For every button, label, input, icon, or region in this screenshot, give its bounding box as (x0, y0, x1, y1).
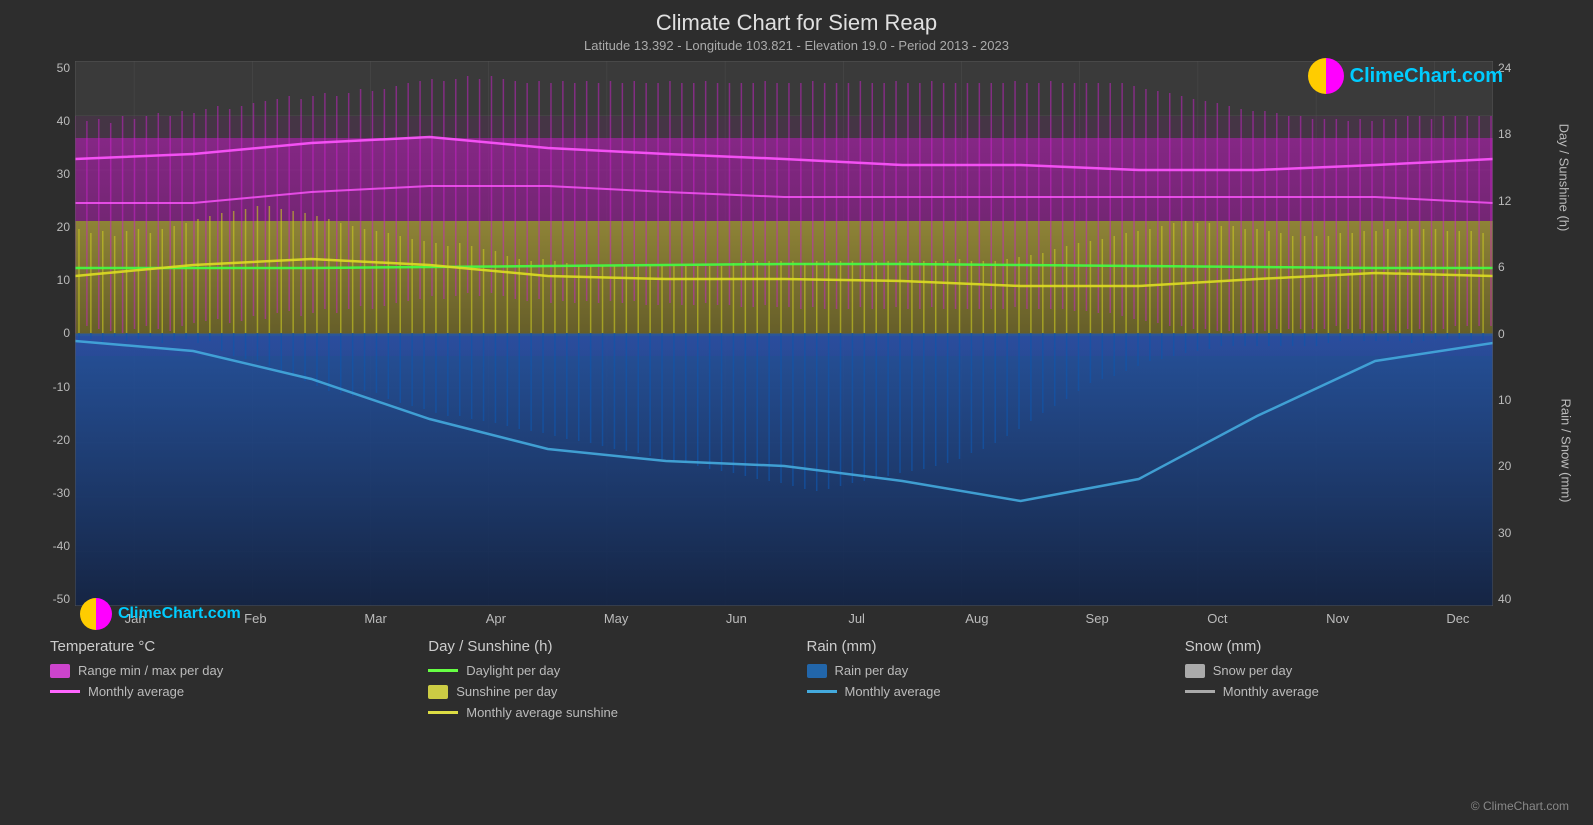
legend-item-rain-avg: Monthly average (807, 684, 1165, 699)
main-container: Climate Chart for Siem Reap Latitude 13.… (0, 0, 1593, 825)
chart-title: Climate Chart for Siem Reap (20, 10, 1573, 36)
legend-item-sunshine-avg: Monthly average sunshine (428, 705, 786, 720)
legend-col-sunshine: Day / Sunshine (h) Daylight per day Suns… (418, 638, 796, 726)
legend-swatch-rain (807, 664, 827, 678)
month-dec: Dec (1398, 611, 1518, 626)
month-jun: Jun (676, 611, 796, 626)
y-axis-right: Day / Sunshine (h) Rain / Snow (mm) 24 1… (1493, 61, 1573, 606)
legend-line-snow-avg (1185, 690, 1215, 693)
y-axis-right-bottom-title: Rain / Snow (mm) (1558, 398, 1573, 502)
y-right-label-40: 40 (1498, 592, 1511, 606)
legend-title-rain: Rain (mm) (807, 638, 1165, 655)
logo-circle-bottom (80, 598, 112, 630)
legend-item-temp-avg: Monthly average (50, 684, 408, 699)
legend-title-sunshine: Day / Sunshine (h) (428, 638, 786, 655)
climechart-logo-bottom: ClimeChart.com (80, 598, 241, 630)
y-label-10: 10 (57, 273, 70, 287)
legend-item-snow-avg: Monthly average (1185, 684, 1543, 699)
legend-label-snow-avg: Monthly average (1223, 684, 1319, 699)
y-right-label-12: 12 (1498, 194, 1511, 208)
legend-swatch-temp-range (50, 664, 70, 678)
logo-circle-top (1308, 58, 1344, 94)
y-label-neg40: -40 (53, 539, 70, 553)
y-axis-right-top-title: Day / Sunshine (h) (1557, 124, 1572, 232)
copyright: © ClimeChart.com (1471, 799, 1569, 813)
y-label-neg10: -10 (53, 380, 70, 394)
legend-item-sunshine: Sunshine per day (428, 684, 786, 699)
legend-swatch-sunshine (428, 685, 448, 699)
legend-item-rain-perday: Rain per day (807, 663, 1165, 678)
y-label-30: 30 (57, 167, 70, 181)
y-right-label-0: 0 (1498, 327, 1505, 341)
month-oct: Oct (1157, 611, 1277, 626)
month-aug: Aug (917, 611, 1037, 626)
y-right-label-6: 6 (1498, 260, 1505, 274)
y-right-label-10: 10 (1498, 393, 1511, 407)
y-right-label-20: 20 (1498, 459, 1511, 473)
y-label-neg20: -20 (53, 433, 70, 447)
month-mar: Mar (316, 611, 436, 626)
chart-subtitle: Latitude 13.392 - Longitude 103.821 - El… (20, 38, 1573, 53)
y-label-20: 20 (57, 220, 70, 234)
legend-label-temp-avg: Monthly average (88, 684, 184, 699)
legend-col-temperature: Temperature °C Range min / max per day M… (40, 638, 418, 726)
legend-swatch-snow (1185, 664, 1205, 678)
month-sep: Sep (1037, 611, 1157, 626)
y-label-neg50: -50 (53, 592, 70, 606)
chart-svg (75, 61, 1493, 606)
y-right-label-30: 30 (1498, 526, 1511, 540)
legend-line-temp-avg (50, 690, 80, 693)
logo-text-top: ClimeChart.com (1350, 65, 1503, 88)
y-label-50: 50 (57, 61, 70, 75)
legend-title-temperature: Temperature °C (50, 638, 408, 655)
legend-label-rain-avg: Monthly average (845, 684, 941, 699)
logo-text-bottom: ClimeChart.com (118, 605, 241, 623)
legend-label-snow-perday: Snow per day (1213, 663, 1293, 678)
legend-line-rain-avg (807, 690, 837, 693)
legend-label-temp-range: Range min / max per day (78, 663, 223, 678)
month-may: May (556, 611, 676, 626)
y-right-label-18: 18 (1498, 127, 1511, 141)
legend-col-snow: Snow (mm) Snow per day Monthly average (1175, 638, 1553, 726)
legend-label-rain-perday: Rain per day (835, 663, 909, 678)
legend-title-snow: Snow (mm) (1185, 638, 1543, 655)
legend-label-sunshine: Sunshine per day (456, 684, 557, 699)
chart-area: Temperature °C 50 40 30 20 10 0 -10 -20 … (20, 61, 1573, 606)
y-label-40: 40 (57, 114, 70, 128)
legend-label-sunshine-avg: Monthly average sunshine (466, 705, 618, 720)
month-jul: Jul (797, 611, 917, 626)
legend-label-daylight: Daylight per day (466, 663, 560, 678)
y-label-neg30: -30 (53, 486, 70, 500)
y-label-0: 0 (63, 326, 70, 340)
legend-item-daylight: Daylight per day (428, 663, 786, 678)
climechart-logo-top: ClimeChart.com (1308, 58, 1503, 94)
legend-col-rain: Rain (mm) Rain per day Monthly average (797, 638, 1175, 726)
legend-item-temp-range: Range min / max per day (50, 663, 408, 678)
legend-line-daylight (428, 669, 458, 672)
month-apr: Apr (436, 611, 556, 626)
month-nov: Nov (1278, 611, 1398, 626)
legend-line-sunshine-avg (428, 711, 458, 714)
x-axis-labels: Jan Feb Mar Apr May Jun Jul Aug Sep Oct … (20, 606, 1573, 626)
legend-item-snow-perday: Snow per day (1185, 663, 1543, 678)
legend-area: Temperature °C Range min / max per day M… (20, 626, 1573, 726)
chart-plot (75, 61, 1493, 606)
y-axis-left: Temperature °C 50 40 30 20 10 0 -10 -20 … (20, 61, 75, 606)
